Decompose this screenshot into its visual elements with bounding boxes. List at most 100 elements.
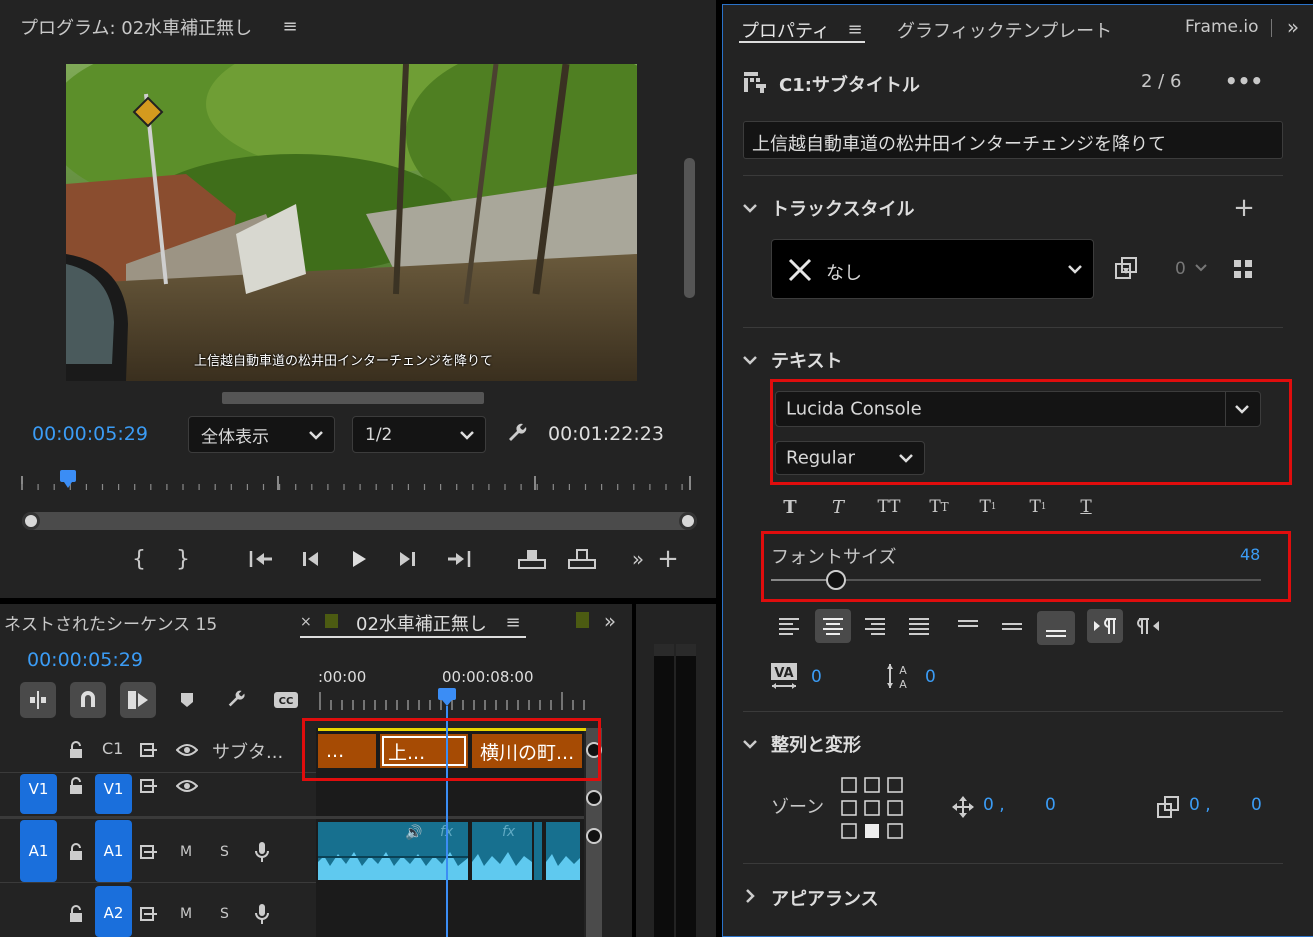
microphone-icon[interactable] <box>252 902 272 926</box>
font-size-value[interactable]: 48 <box>1240 545 1260 564</box>
step-back-icon[interactable] <box>298 546 324 572</box>
faux-bold-icon[interactable]: T <box>777 495 803 519</box>
more-options-icon[interactable]: ••• <box>1225 69 1263 93</box>
audio-clip-4[interactable] <box>546 822 580 880</box>
push-to-style-icon[interactable] <box>1113 255 1139 281</box>
align-left-icon[interactable] <box>773 611 805 641</box>
track-output-icon[interactable] <box>138 904 160 924</box>
anchor-x-value[interactable]: 0 , <box>1189 795 1211 815</box>
more-tabs-icon[interactable]: » <box>598 609 622 633</box>
track-output-icon[interactable] <box>138 740 160 760</box>
kerning-icon[interactable]: VA <box>769 661 799 691</box>
font-style-select[interactable]: Regular <box>775 441 925 475</box>
go-to-out-icon[interactable] <box>444 546 474 572</box>
justify-icon[interactable] <box>903 611 935 641</box>
microphone-icon[interactable] <box>252 840 272 864</box>
position-move-icon[interactable] <box>951 795 975 819</box>
track-v1-target[interactable]: V1 <box>95 774 132 814</box>
align-right-icon[interactable] <box>859 611 891 641</box>
underline-icon[interactable]: T <box>1073 495 1099 519</box>
font-family-select[interactable]: Lucida Console <box>775 391 1261 427</box>
track-a2-target[interactable]: A2 <box>95 886 132 937</box>
tab-nested-sequence[interactable]: ネストされたシーケンス 15 <box>4 610 217 635</box>
mute-button[interactable]: M <box>180 844 192 860</box>
zoom-bar-left-handle[interactable] <box>22 512 40 530</box>
font-size-slider-thumb[interactable] <box>826 570 846 590</box>
close-tab-icon[interactable]: × <box>300 614 312 630</box>
more-controls-icon[interactable]: » <box>626 546 650 572</box>
lock-icon[interactable] <box>66 776 86 796</box>
leading-value[interactable]: 0 <box>925 667 936 687</box>
monitor-hscrollbar[interactable] <box>222 392 484 404</box>
program-monitor-title[interactable]: プログラム: 02水車補正無し <box>20 14 252 40</box>
align-center-button[interactable] <box>815 609 851 643</box>
anchor-y-value[interactable]: 0 <box>1251 795 1262 815</box>
wrench-icon[interactable] <box>504 420 532 448</box>
track-a1-source-target[interactable]: A1 <box>20 820 57 882</box>
caption-clip-2-selected[interactable]: 上... <box>380 734 468 768</box>
align-middle-icon[interactable] <box>997 611 1027 641</box>
snap-magnet-icon[interactable] <box>70 682 106 718</box>
position-x-value[interactable]: 0 , <box>983 795 1005 815</box>
leading-icon[interactable]: AA <box>885 661 915 691</box>
go-to-in-icon[interactable] <box>246 546 276 572</box>
superscript-icon[interactable]: T1 <box>975 495 1001 519</box>
step-forward-icon[interactable] <box>394 546 420 572</box>
add-marker-icon[interactable] <box>176 688 198 712</box>
track-style-select[interactable]: なし <box>771 239 1094 299</box>
rtl-direction-icon[interactable] <box>1133 611 1163 641</box>
kerning-value[interactable]: 0 <box>811 667 822 687</box>
linked-selection-icon[interactable] <box>120 682 156 718</box>
current-timecode[interactable]: 00:00:05:29 <box>32 423 148 445</box>
add-track-style-icon[interactable]: + <box>1231 193 1257 223</box>
zoom-bar[interactable] <box>22 512 697 530</box>
tab-properties[interactable]: プロパティ <box>741 17 830 43</box>
mute-button[interactable]: M <box>180 906 192 922</box>
ltr-direction-button[interactable] <box>1087 609 1123 643</box>
more-tabs-icon[interactable]: » <box>1281 15 1305 39</box>
playhead-marker[interactable] <box>60 470 76 482</box>
style-browser-grid-icon[interactable] <box>1231 257 1255 281</box>
zoom-select[interactable]: 全体表示 <box>188 416 335 453</box>
track-a1-target[interactable]: A1 <box>95 820 132 882</box>
captions-cc-icon[interactable]: CC <box>272 690 300 710</box>
timeline-timecode[interactable]: 00:00:05:29 <box>27 649 143 671</box>
align-bottom-button[interactable] <box>1037 611 1075 645</box>
chevron-down-icon[interactable] <box>739 733 761 755</box>
caption-clip-1[interactable]: ... <box>318 734 376 768</box>
tab-frameio[interactable]: Frame.io <box>1185 17 1259 37</box>
extract-icon[interactable] <box>566 546 598 572</box>
subscript-icon[interactable]: T1 <box>1025 495 1051 519</box>
zoom-bar-right-handle[interactable] <box>679 512 697 530</box>
resolution-select[interactable]: 1/2 <box>352 416 486 453</box>
small-caps-icon[interactable]: TT <box>923 495 955 519</box>
timeline-playhead-head[interactable] <box>438 688 456 700</box>
play-icon[interactable] <box>346 546 372 572</box>
lock-icon[interactable] <box>66 842 86 862</box>
eye-icon[interactable] <box>174 740 200 760</box>
track-v1-source-target[interactable]: V1 <box>20 774 57 814</box>
tab-graphic-templates[interactable]: グラフィックテンプレート <box>897 17 1112 43</box>
monitor-scrollbar[interactable] <box>684 158 695 298</box>
chevron-down-icon[interactable] <box>739 349 761 371</box>
panel-menu-icon[interactable]: ≡ <box>503 612 523 633</box>
track-output-icon[interactable] <box>138 776 160 796</box>
solo-button[interactable]: S <box>220 906 229 922</box>
caption-text-field[interactable]: 上信越自動車道の松井田インターチェンジを降りて <box>743 121 1283 159</box>
lift-icon[interactable] <box>516 546 548 572</box>
add-button-icon[interactable]: + <box>656 544 680 574</box>
timeline-wrench-icon[interactable] <box>224 688 250 712</box>
mark-in-icon[interactable]: { <box>128 546 150 572</box>
align-top-icon[interactable] <box>953 611 983 641</box>
caption-clip-3[interactable]: 横川の町... <box>472 734 582 768</box>
timeline-vscroll-handle-a[interactable] <box>586 828 602 844</box>
insert-nest-toggle[interactable] <box>20 682 56 718</box>
zone-grid[interactable] <box>841 777 903 839</box>
anchor-point-icon[interactable] <box>1155 795 1181 819</box>
timeline-vscroll-handle-mid[interactable] <box>586 790 602 806</box>
panel-menu-icon[interactable]: ≡ <box>280 16 300 37</box>
tab-active-sequence[interactable]: 02水車補正無し <box>356 610 487 636</box>
faux-italic-icon[interactable]: T <box>825 495 851 519</box>
lock-icon[interactable] <box>66 904 86 924</box>
lock-icon[interactable] <box>66 740 86 760</box>
